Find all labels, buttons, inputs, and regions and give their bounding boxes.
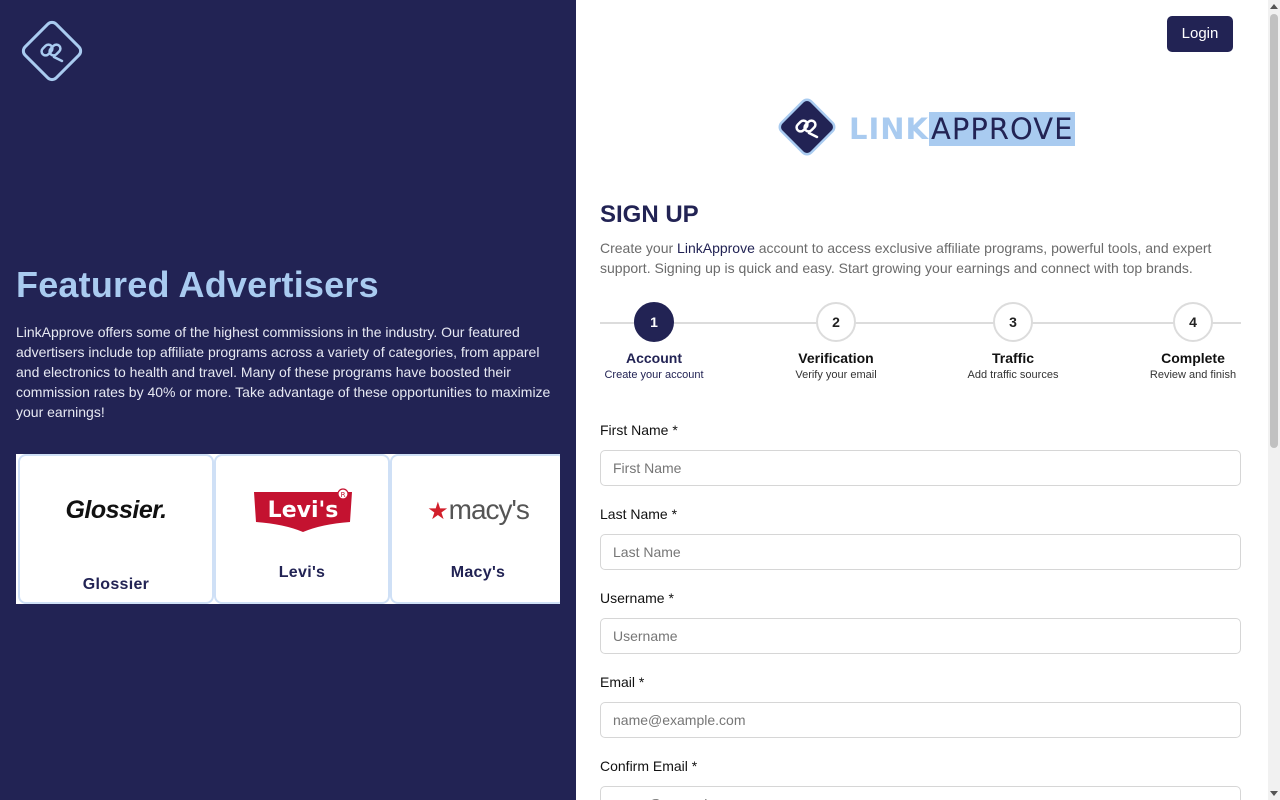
- levis-logo-text: Levi's: [268, 498, 339, 523]
- glossier-logo: Glossier.: [65, 496, 167, 524]
- step-account[interactable]: 1 Account Create your account: [574, 302, 734, 381]
- left-panel: Featured Advertisers LinkApprove offers …: [0, 0, 576, 800]
- step-title: Complete: [1161, 350, 1225, 366]
- brand-word-approve: APPROVE: [929, 112, 1076, 146]
- step-title: Traffic: [991, 350, 1034, 366]
- featured-advertisers-description: LinkApprove offers some of the highest c…: [16, 324, 551, 420]
- scroll-up-arrow-icon[interactable]: [1270, 4, 1278, 9]
- step-subtitle: Verify your email: [795, 369, 877, 381]
- step-complete[interactable]: 4 Complete Review and finish: [1113, 302, 1273, 381]
- email-field[interactable]: [600, 702, 1241, 738]
- brand-logo-icon: [778, 98, 836, 156]
- step-title: Verification: [798, 350, 874, 366]
- first-name-field[interactable]: [600, 450, 1241, 486]
- step-number: 4: [1173, 302, 1213, 342]
- step-subtitle: Review and finish: [1149, 369, 1237, 381]
- brand-word-link: LINK: [849, 112, 930, 146]
- advertiser-card-glossier[interactable]: Glossier. Glossier: [18, 454, 214, 604]
- login-button[interactable]: Login: [1167, 16, 1233, 52]
- advertiser-name: Glossier: [82, 576, 150, 593]
- step-traffic[interactable]: 3 Traffic Add traffic sources: [933, 302, 1093, 381]
- signup-title: SIGN UP: [600, 201, 699, 228]
- star-icon: ★: [427, 498, 448, 525]
- advertiser-card-levis[interactable]: Levi's R Levi's: [214, 454, 390, 604]
- svg-text:R: R: [341, 491, 346, 499]
- username-field[interactable]: [600, 618, 1241, 654]
- page-scrollbar[interactable]: [1268, 0, 1280, 800]
- confirm-email-label: Confirm Email *: [600, 758, 698, 774]
- signup-panel: Login LINKAPPROVE SIGN UP Create your Li…: [576, 0, 1268, 800]
- first-name-label: First Name *: [600, 422, 678, 438]
- step-verification[interactable]: 2 Verification Verify your email: [756, 302, 916, 381]
- macys-logo: ★macy's: [427, 494, 530, 525]
- signup-description: Create your LinkApprove account to acces…: [600, 240, 1212, 276]
- scrollbar-thumb[interactable]: [1270, 14, 1278, 448]
- featured-advertisers-title: Featured Advertisers: [16, 264, 379, 305]
- advertiser-name: Macy's: [450, 564, 506, 581]
- step-number: 2: [816, 302, 856, 342]
- advertiser-card-macys[interactable]: ★macy's Macy's: [390, 454, 560, 604]
- scroll-down-arrow-icon[interactable]: [1270, 791, 1278, 796]
- email-label: Email *: [600, 674, 645, 690]
- username-label: Username *: [600, 590, 674, 606]
- step-number: 1: [634, 302, 674, 342]
- brand-wordmark: LINKAPPROVE: [849, 112, 1076, 146]
- step-subtitle: Add traffic sources: [967, 369, 1059, 381]
- confirm-email-field[interactable]: [600, 786, 1241, 800]
- link-approve-logo-icon[interactable]: [18, 17, 86, 85]
- step-subtitle: Create your account: [604, 369, 704, 381]
- last-name-label: Last Name *: [600, 506, 678, 522]
- levis-logo: Levi's R: [254, 488, 352, 532]
- step-title: Account: [626, 350, 682, 366]
- advertiser-carousel: Glossier. Glossier Levi's R Levi's ★macy…: [16, 454, 560, 604]
- advertiser-name: Levi's: [278, 564, 326, 581]
- step-number: 3: [993, 302, 1033, 342]
- last-name-field[interactable]: [600, 534, 1241, 570]
